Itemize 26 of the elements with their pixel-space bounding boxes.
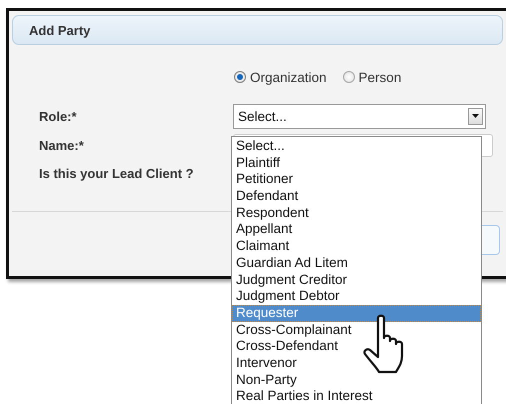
role-dropdown[interactable]: Select... xyxy=(233,104,486,128)
dropdown-option[interactable]: Real Parties in Interest xyxy=(232,388,481,404)
radio-button[interactable] xyxy=(234,71,246,83)
dropdown-option[interactable]: Defendant xyxy=(232,188,481,205)
dropdown-option[interactable]: Respondent xyxy=(232,204,481,222)
dropdown-option[interactable]: Petitioner xyxy=(232,171,481,188)
dropdown-option[interactable]: Judgment Creditor xyxy=(232,272,481,288)
field-label: Name:* xyxy=(38,138,85,153)
dropdown-option[interactable]: Requester xyxy=(232,304,481,322)
caret-icon xyxy=(472,114,479,118)
dropdown-option[interactable]: Cross-Complainant xyxy=(232,322,481,338)
radio-label[interactable]: Person xyxy=(358,70,402,84)
dropdown-option[interactable]: Select... xyxy=(232,138,481,155)
dialog-title: Add Party xyxy=(29,22,90,38)
dropdown-option[interactable]: Appellant xyxy=(232,221,481,238)
dropdown-option[interactable]: Non-Party xyxy=(232,372,481,388)
dropdown-option[interactable]: Guardian Ad Litem xyxy=(232,254,481,272)
dropdown-option[interactable]: Intervenor xyxy=(232,354,481,372)
radio-button[interactable] xyxy=(342,71,355,83)
dropdown-option[interactable]: Cross-Defendant xyxy=(232,338,481,355)
dropdown-option[interactable]: Plaintiff xyxy=(232,154,481,172)
field-label: Role:* xyxy=(38,108,78,124)
dropdown-option[interactable]: Judgment Debtor xyxy=(232,288,481,305)
field-label: Is this your Lead Client ? xyxy=(38,166,195,180)
radio-label[interactable]: Organization xyxy=(250,70,327,84)
dropdown-option[interactable]: Claimant xyxy=(232,238,481,255)
